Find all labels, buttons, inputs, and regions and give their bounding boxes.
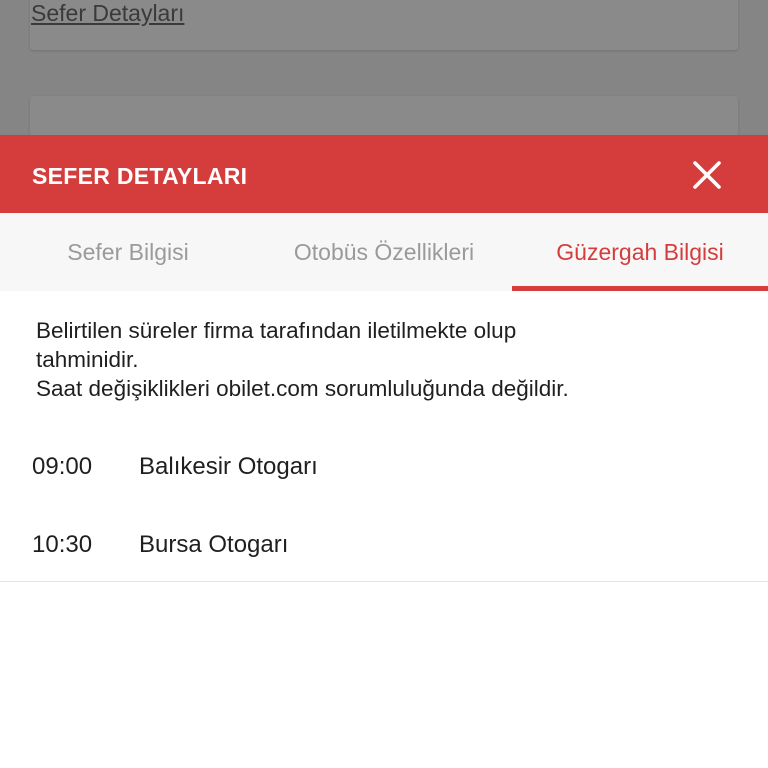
active-tab-indicator [512,286,768,291]
notice-line: Saat değişiklikleri obilet.com sorumlulu… [36,376,569,401]
sheet-title: SEFER DETAYLARI [32,163,248,189]
tab-bar: Sefer Bilgisi Otobüs Özellikleri Güzerga… [0,213,768,291]
tab-bus-features[interactable]: Otobüs Özellikleri [256,213,512,291]
sheet-header: SEFER DETAYLARI [0,135,768,213]
route-stop: 10:30 Bursa Otogarı [0,526,768,566]
trip-details-sheet: SEFER DETAYLARI Sefer Bilgisi Otobüs Öze… [0,135,768,768]
tab-trip-info[interactable]: Sefer Bilgisi [0,213,256,291]
notice-line: Belirtilen süreler firma tarafından ilet… [36,318,517,343]
divider [0,581,768,582]
close-icon [693,161,721,189]
route-stop: 09:00 Balıkesir Otogarı [0,448,768,488]
stop-time: 09:00 [32,453,93,480]
stop-name: Balıkesir Otogarı [139,453,318,480]
stop-time: 10:30 [32,531,93,558]
notice-line: tahminidir. [36,347,139,372]
route-notice: Belirtilen süreler firma tarafından ilet… [36,316,736,403]
close-button[interactable] [686,154,728,196]
tab-route-info[interactable]: Güzergah Bilgisi [512,213,768,291]
trip-details-link[interactable]: Sefer Detayları [31,0,184,26]
stop-name: Bursa Otogarı [139,531,289,558]
